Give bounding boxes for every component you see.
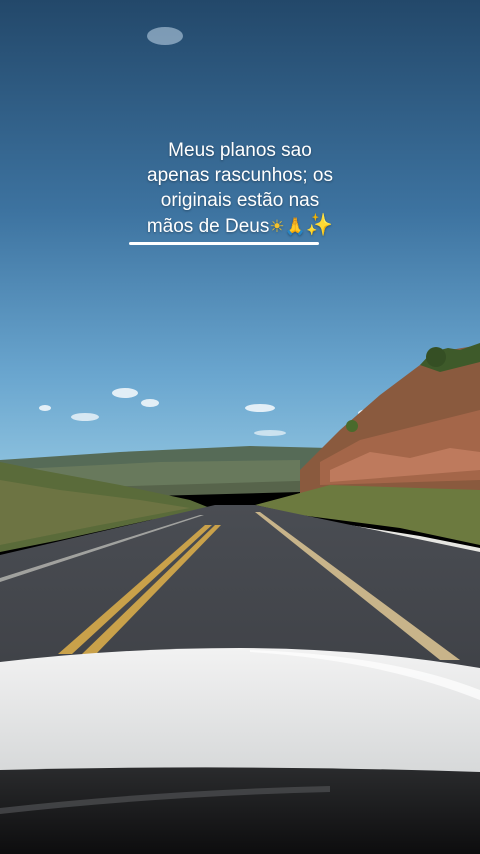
road-scene-image xyxy=(0,0,480,854)
caption-text: Meus planos sao apenas rascunhos; os ori… xyxy=(70,138,410,240)
praying-hands-icon: 🙏 xyxy=(284,217,306,237)
caption-underline xyxy=(129,242,319,245)
cloud xyxy=(245,404,275,412)
caption-line-3: originais estão nas xyxy=(160,190,320,211)
cloud xyxy=(254,430,286,436)
sparkles-icon: ✨ xyxy=(305,213,334,238)
caption-line-4: mãos de Deus☀🙏✨ xyxy=(70,213,410,240)
cloud xyxy=(71,413,99,421)
cloud xyxy=(141,399,159,407)
video-frame: Meus planos sao apenas rascunhos; os ori… xyxy=(0,0,480,854)
caption-line-1: Meus planos sao xyxy=(168,140,312,161)
car-hood xyxy=(0,648,480,780)
cloud xyxy=(112,388,138,398)
caption-line-4-text: mãos de Deus xyxy=(146,216,270,237)
cloud xyxy=(39,405,51,411)
caption-line-2: apenas rascunhos; os xyxy=(147,165,333,186)
cloud xyxy=(147,27,183,45)
sun-icon: ☀ xyxy=(269,217,285,237)
dashboard xyxy=(0,767,480,854)
